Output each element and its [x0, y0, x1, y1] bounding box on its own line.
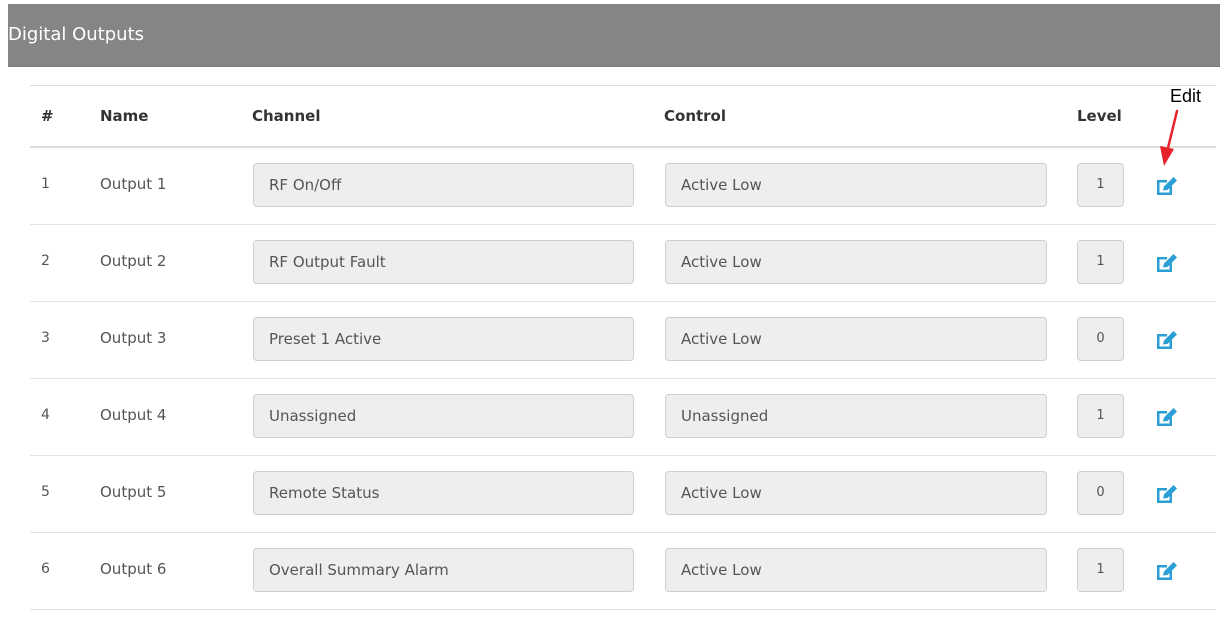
control-field: Active Low	[665, 240, 1047, 284]
row-name: Output 6	[100, 560, 167, 578]
level-field: 0	[1077, 471, 1124, 515]
edit-icon	[1157, 177, 1177, 195]
row-number: 5	[41, 484, 50, 500]
panel-title: Digital Outputs	[8, 24, 145, 45]
table-header: # Name Channel Control Level	[30, 86, 1216, 148]
control-field: Active Low	[665, 163, 1047, 207]
table-row: 3 Output 3 Preset 1 Active Active Low 0	[30, 302, 1216, 379]
edit-button[interactable]	[1154, 560, 1180, 582]
row-number: 2	[41, 253, 50, 269]
row-name: Output 4	[100, 406, 167, 424]
row-number: 1	[41, 176, 50, 192]
table-row: 2 Output 2 RF Output Fault Active Low 1	[30, 225, 1216, 302]
table-row: 1 Output 1 RF On/Off Active Low 1	[30, 148, 1216, 225]
edit-icon	[1157, 485, 1177, 503]
edit-icon	[1157, 331, 1177, 349]
table-row: 6 Output 6 Overall Summary Alarm Active …	[30, 533, 1216, 610]
edit-button[interactable]	[1154, 175, 1180, 197]
channel-field: Preset 1 Active	[253, 317, 634, 361]
table-row: 5 Output 5 Remote Status Active Low 0	[30, 456, 1216, 533]
control-field: Active Low	[665, 548, 1047, 592]
level-field: 1	[1077, 548, 1124, 592]
edit-icon	[1157, 562, 1177, 580]
header-number: #	[41, 107, 54, 125]
row-number: 4	[41, 407, 50, 423]
edit-icon	[1157, 254, 1177, 272]
level-field: 1	[1077, 240, 1124, 284]
edit-button[interactable]	[1154, 329, 1180, 351]
control-field: Active Low	[665, 471, 1047, 515]
row-name: Output 3	[100, 329, 167, 347]
row-number: 6	[41, 561, 50, 577]
callout-arrow-icon	[1160, 109, 1179, 166]
channel-field: Overall Summary Alarm	[253, 548, 634, 592]
edit-button[interactable]	[1154, 406, 1180, 428]
header-level: Level	[1077, 107, 1122, 125]
digital-outputs-panel: Digital Outputs # Name Channel Control L…	[8, 4, 1220, 619]
row-name: Output 5	[100, 483, 167, 501]
header-name: Name	[100, 107, 149, 125]
channel-field: RF On/Off	[253, 163, 634, 207]
edit-icon	[1157, 408, 1177, 426]
channel-field: Unassigned	[253, 394, 634, 438]
edit-button[interactable]	[1154, 252, 1180, 274]
row-number: 3	[41, 330, 50, 346]
channel-field: RF Output Fault	[253, 240, 634, 284]
control-field: Unassigned	[665, 394, 1047, 438]
header-channel: Channel	[252, 107, 321, 125]
page: Digital Outputs # Name Channel Control L…	[0, 0, 1226, 622]
panel-header: Digital Outputs	[8, 4, 1220, 67]
header-control: Control	[664, 107, 727, 125]
table-row: 4 Output 4 Unassigned Unassigned 1	[30, 379, 1216, 456]
edit-button[interactable]	[1154, 483, 1180, 505]
edit-callout-label: Edit	[1170, 86, 1202, 106]
row-name: Output 2	[100, 252, 167, 270]
row-name: Output 1	[100, 175, 167, 193]
control-field: Active Low	[665, 317, 1047, 361]
channel-field: Remote Status	[253, 471, 634, 515]
level-field: 1	[1077, 394, 1124, 438]
level-field: 0	[1077, 317, 1124, 361]
level-field: 1	[1077, 163, 1124, 207]
